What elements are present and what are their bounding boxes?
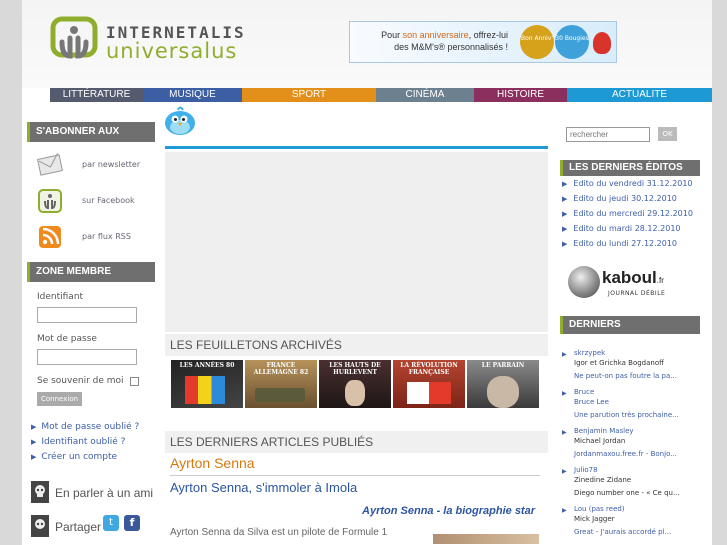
login-form: Identifiant Mot de passe Se souvenir de …	[27, 282, 155, 406]
password-label: Mot de passe	[37, 334, 97, 344]
comment-item[interactable]: Une parution très prochaine...	[560, 410, 700, 420]
article-category[interactable]: Ayrton Senna	[170, 455, 540, 471]
bullet-icon: ▶	[562, 195, 568, 203]
articles-heading: LES DERNIERS ARTICLES PUBLIÉS	[165, 431, 548, 453]
article-title[interactable]: Ayrton Senna, s'immoler à Imola	[170, 480, 540, 495]
identifiant-label: Identifiant	[37, 292, 84, 302]
comment-item[interactable]: ▶ Bruce Bruce Lee	[560, 387, 700, 407]
logo-subtitle[interactable]: universalus	[106, 39, 237, 63]
search-button[interactable]: OK	[658, 127, 677, 141]
feuilleton-france-allemagne[interactable]: FRANCE ALLEMAGNE 82	[245, 360, 317, 408]
feuilleton-annees-80[interactable]: LES ANNÉES 80	[171, 360, 243, 408]
share-row: Partager t f	[27, 511, 155, 545]
comment-item[interactable]: ▶ Lou (pas reed) Mick Jagger	[560, 504, 700, 524]
nav-sport[interactable]: SPORT	[242, 88, 376, 102]
ad-banner[interactable]: Pour son anniversaire, offrez-lui des M&…	[349, 21, 617, 63]
search-box: OK	[560, 122, 700, 142]
feuilletons-heading: LES FEUILLETONS ARCHIVÉS	[165, 334, 548, 356]
feuilletons-list: LES ANNÉES 80 FRANCE ALLEMAGNE 82 LES HA…	[171, 360, 539, 408]
nav-musique[interactable]: MUSIQUE	[143, 88, 242, 102]
member-heading: ZONE MEMBRE	[27, 262, 155, 282]
subscribe-rss[interactable]: par flux RSS	[27, 220, 155, 256]
feuilleton-parrain[interactable]: LE PARRAIN	[467, 360, 539, 408]
link-forgot-identifiant[interactable]: ▶ Identifiant oublié ?	[27, 437, 155, 452]
subscribe-heading: S'ABONNER AUX	[27, 122, 155, 142]
banner-badge-anniv: Bon Anniv'	[520, 25, 554, 59]
remember-checkbox[interactable]	[129, 376, 139, 386]
twitter-icon[interactable]: t	[103, 515, 119, 531]
link-forgot-password[interactable]: ▶ Mot de passe oublié ?	[27, 422, 155, 437]
derniers-heading: DERNIERS	[560, 316, 700, 334]
link-create-account[interactable]: ▶ Créer un compte	[27, 452, 155, 467]
comment-item[interactable]: Jordanmaxou.free.fr - Bonjo...	[560, 449, 700, 459]
nav-actualite[interactable]: ACTUALITE	[567, 88, 712, 102]
accent-bar	[165, 146, 548, 149]
bullet-icon: ▶	[562, 225, 568, 233]
twitter-bird-icon[interactable]	[162, 104, 198, 138]
right-sidebar: OK LES DERNIERS ÉDITOS ▶Edito du vendred…	[560, 122, 700, 537]
featured-area	[165, 152, 548, 332]
edito-item[interactable]: ▶ Edito du lundi 27.12.2010	[560, 239, 700, 254]
skull-icon	[31, 481, 49, 503]
comment-item[interactable]: ▶ Julio78 Zinedine Zidane	[560, 465, 700, 485]
envelope-icon	[37, 152, 63, 176]
subscribe-facebook[interactable]: sur Facebook	[27, 184, 155, 220]
nav-cinema[interactable]: CINÉMA	[376, 88, 474, 102]
left-sidebar: S'ABONNER AUX par newsletter sur Faceboo…	[27, 122, 155, 545]
identifiant-input[interactable]	[37, 307, 137, 323]
facebook-icon[interactable]: f	[124, 515, 140, 531]
subscribe-newsletter[interactable]: par newsletter	[27, 148, 155, 184]
search-input[interactable]	[566, 127, 650, 142]
bullet-icon: ▶	[562, 180, 568, 188]
skull-icon	[31, 515, 49, 537]
comment-item[interactable]: Ne peut-on pas foutre la pa...	[560, 371, 700, 381]
feuilleton-revolution[interactable]: LA RÉVOLUTION FRANÇAISE	[393, 360, 465, 408]
edito-item[interactable]: ▶ Edito du vendredi 31.12.2010	[560, 179, 700, 194]
bullet-icon: ▶	[562, 240, 568, 248]
article-image[interactable]	[433, 534, 539, 544]
bullet-icon: ▶	[31, 453, 37, 461]
article-subtitle[interactable]: Ayrton Senna - la biographie star	[170, 505, 535, 517]
comment-item[interactable]: ▶ Benjamin Masley Michael Jordan	[560, 426, 700, 446]
main-nav: LITTÉRATURE MUSIQUE SPORT CINÉMA HISTOIR…	[50, 88, 712, 102]
edito-item[interactable]: ▶ Edito du mardi 28.12.2010	[560, 224, 700, 239]
comment-item[interactable]: Great - J'aurais accordé pl...	[560, 527, 700, 537]
password-input[interactable]	[37, 349, 137, 365]
banner-text: Pour son anniversaire, offrez-lui des M&…	[381, 30, 508, 52]
share-friend[interactable]: En parler à un ami	[27, 477, 155, 511]
bullet-icon: ▶	[562, 210, 568, 218]
bullet-icon: ▶	[31, 423, 37, 431]
mascot-icon	[593, 32, 611, 54]
derniers-list: ▶ skrzypek Igor et Grichka Bogdanoff Ne pe…	[560, 348, 700, 537]
edito-item[interactable]: ▶ Edito du jeudi 30.12.2010	[560, 194, 700, 209]
logo-icon[interactable]	[50, 16, 98, 64]
nav-histoire[interactable]: HISTOIRE	[474, 88, 567, 102]
comment-item[interactable]: ▶ skrzypek Igor et Grichka Bogdanoff	[560, 348, 700, 368]
remember-label: Se souvenir de moi	[37, 376, 124, 386]
comment-item[interactable]: Diego number one - « Ce qu...	[560, 488, 700, 498]
edito-item[interactable]: ▶ Edito du mercredi 29.12.2010	[560, 209, 700, 224]
logo-small-icon	[38, 189, 62, 213]
feuilleton-hauts-hurlevent[interactable]: LES HAUTS DE HURLEVENT	[319, 360, 391, 408]
nav-litterature[interactable]: LITTÉRATURE	[50, 88, 143, 102]
account-links: ▶ Mot de passe oublié ? ▶ Identifiant oubl…	[27, 422, 155, 467]
connexion-button[interactable]: Connexion	[37, 392, 83, 406]
remember-row: Se souvenir de moi	[37, 376, 155, 386]
bullet-icon: ▶	[31, 438, 37, 446]
editos-heading: LES DERNIERS ÉDITOS	[560, 160, 700, 176]
site-header: INTERNETALIS universalus Pour son annive…	[22, 0, 712, 88]
page: INTERNETALIS universalus Pour son annive…	[22, 0, 712, 545]
rss-icon	[39, 226, 61, 248]
banner-badge-bougies: 30 Bougies	[555, 25, 589, 59]
disco-ball-icon	[568, 266, 600, 298]
article-excerpt: Ayrton Senna da Silva est un pilote de F…	[170, 527, 388, 538]
kaboul-logo[interactable]: kaboul.fr JOURNAL DÉBILE	[560, 262, 700, 310]
divider	[170, 475, 540, 476]
